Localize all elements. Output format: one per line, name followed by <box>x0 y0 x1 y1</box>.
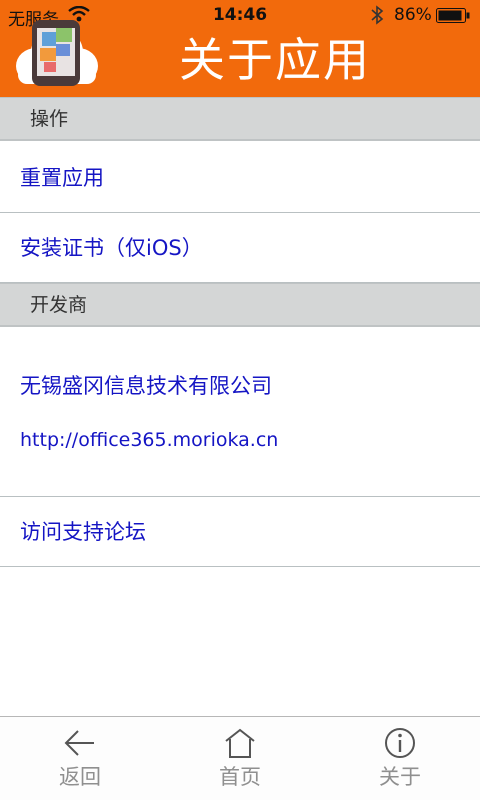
info-icon <box>385 728 415 758</box>
developer-website-link[interactable]: http://office365.morioka.cn <box>0 424 480 456</box>
battery-percentage: 86% <box>394 5 432 25</box>
tab-back[interactable]: 返回 <box>0 717 160 801</box>
bluetooth-icon <box>371 5 384 25</box>
reset-app-button[interactable]: 重置应用 <box>0 143 480 213</box>
page-title: 关于应用 <box>179 33 371 87</box>
developer-company-name: 无锡盛冈信息技术有限公司 <box>20 374 272 398</box>
support-forum-link[interactable]: 访问支持论坛 <box>0 497 480 567</box>
install-certificate-button[interactable]: 安装证书（仅iOS） <box>0 213 480 283</box>
back-arrow-icon <box>64 730 94 756</box>
tab-home[interactable]: 首页 <box>160 717 320 801</box>
tab-about[interactable]: 关于 <box>320 717 480 801</box>
home-icon <box>225 728 255 758</box>
tab-about-label: 关于 <box>379 765 421 789</box>
tab-back-label: 返回 <box>59 765 101 789</box>
section-header-developer: 开发商 <box>0 283 480 327</box>
section-header-actions: 操作 <box>0 97 480 141</box>
app-header: 无服务 14:46 86% 关于应用 <box>0 0 480 97</box>
tab-bar: 返回 首页 关于 <box>0 716 480 800</box>
tab-home-label: 首页 <box>219 765 261 789</box>
battery-icon <box>436 8 470 23</box>
